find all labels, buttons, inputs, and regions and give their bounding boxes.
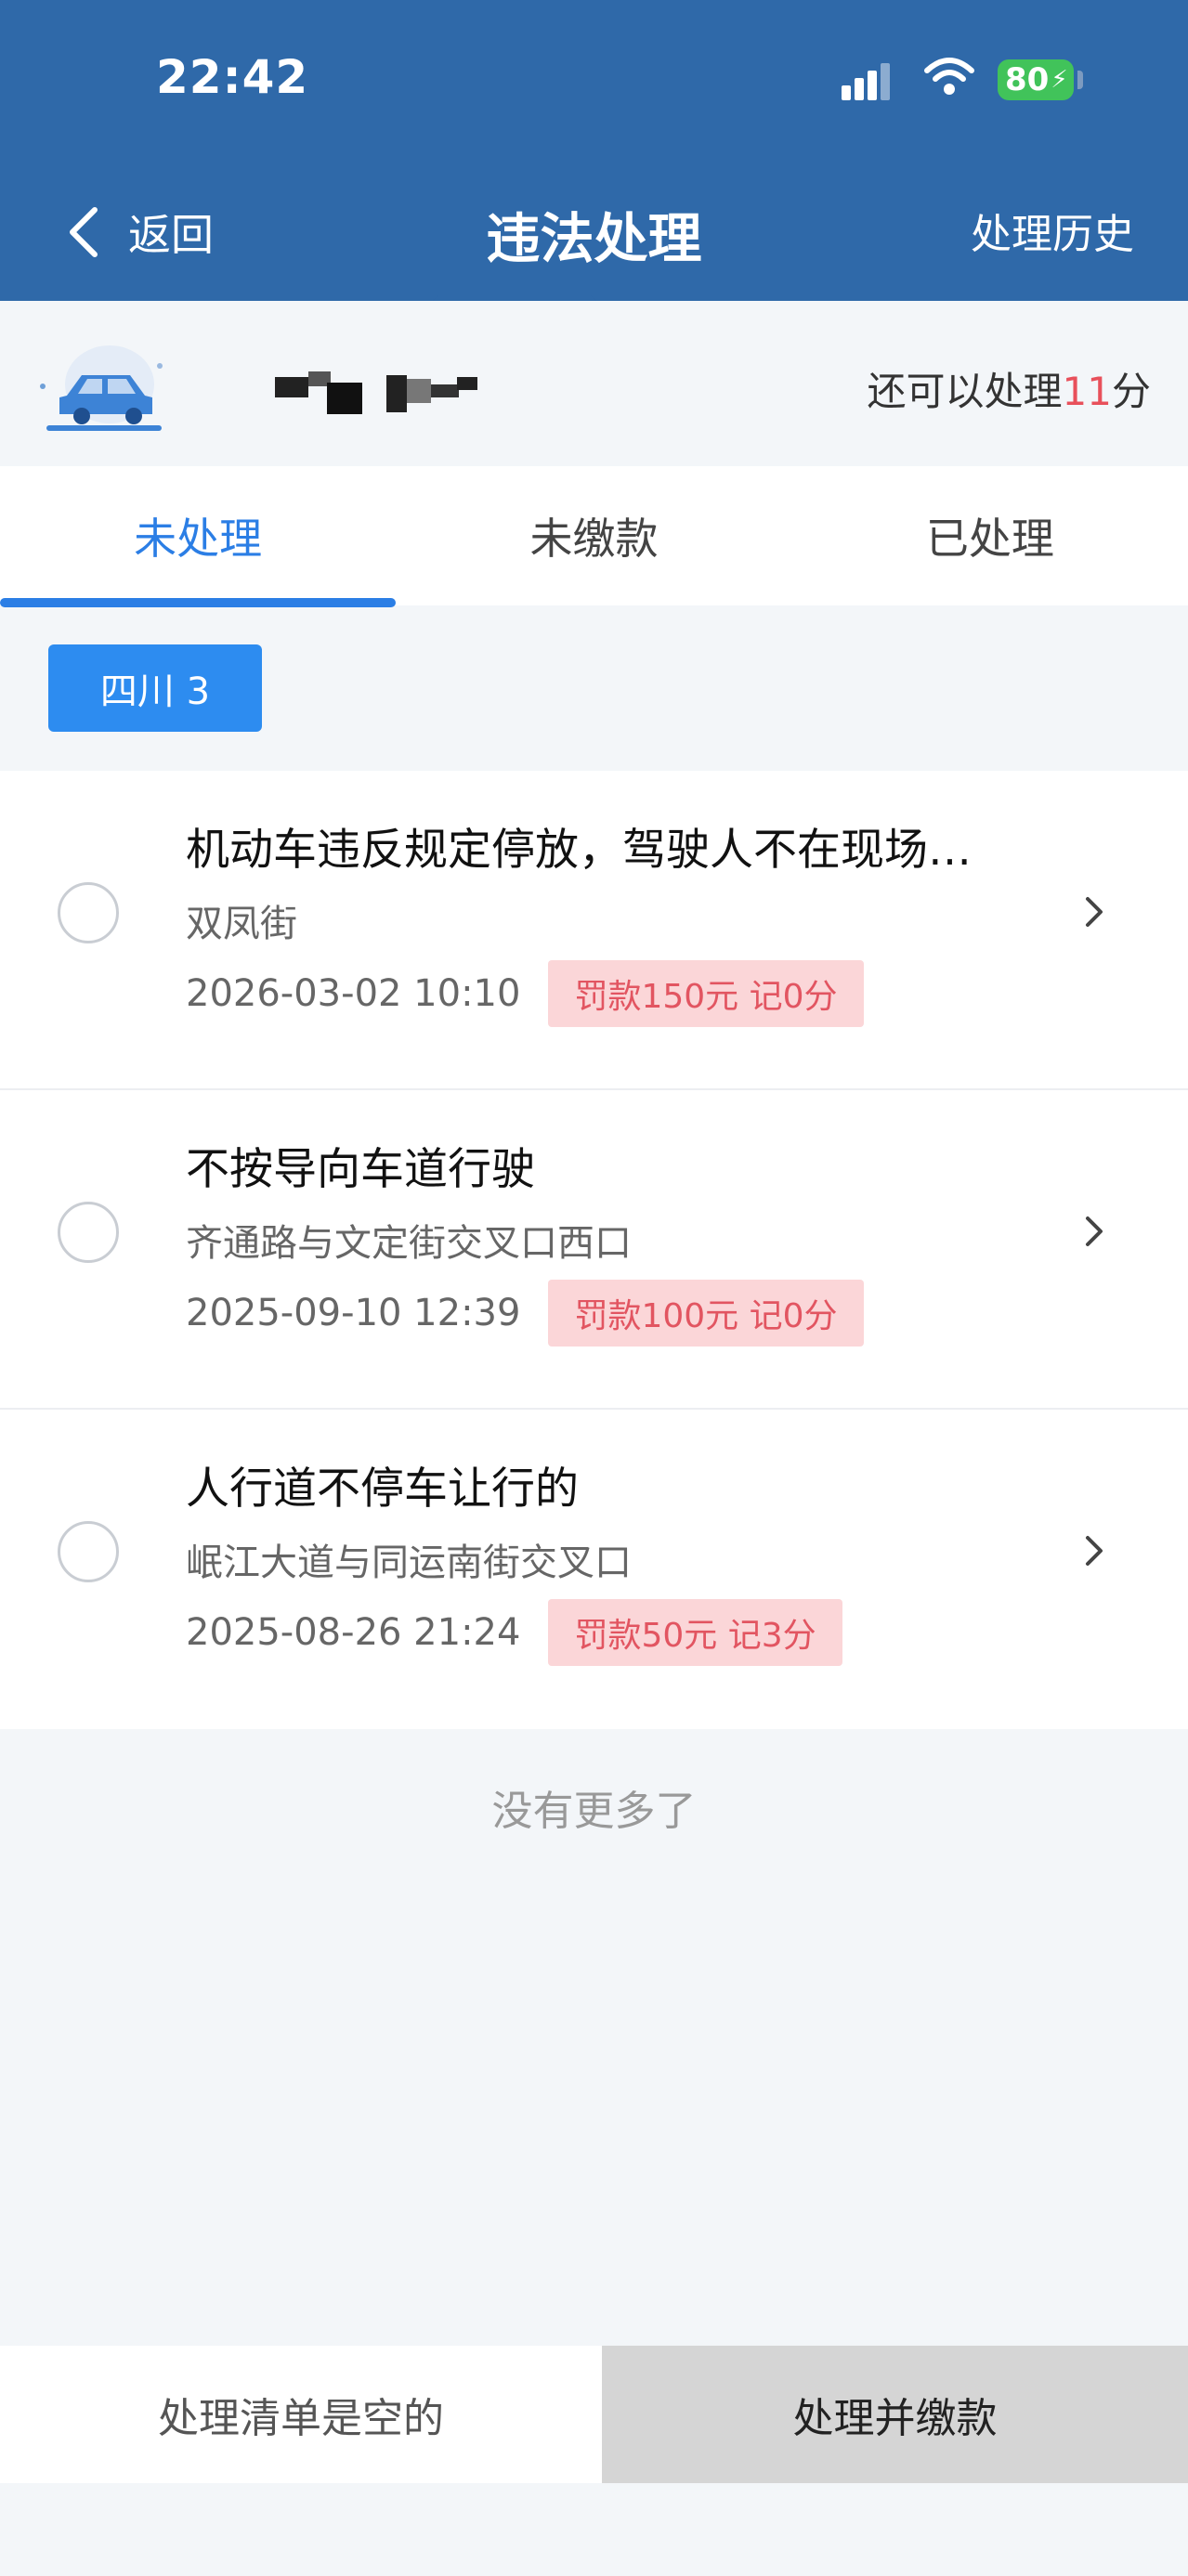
cellular-signal-icon [842, 63, 890, 100]
tab-unprocessed[interactable]: 未处理 [0, 466, 396, 605]
battery-icon: 80 ⚡ [998, 59, 1074, 100]
points-prefix: 还可以处理 [867, 369, 1063, 414]
chevron-right-icon [1086, 1536, 1103, 1566]
violation-list: 机动车违反规定停放，驾驶人不在现场… 双凤街 2026-03-02 10:10 … [0, 771, 1188, 1729]
violation-meta: 2025-08-26 21:24 罚款50元 记3分 [186, 1599, 842, 1666]
tab-bar: 未处理 未缴款 已处理 [0, 466, 1188, 605]
violation-time: 2025-09-10 12:39 [186, 1292, 521, 1334]
tab-processed[interactable]: 已处理 [792, 466, 1188, 605]
tab-unpaid[interactable]: 未缴款 [396, 466, 791, 605]
violation-place: 双凤街 [186, 903, 297, 945]
penalty-badge: 罚款150元 记0分 [548, 960, 864, 1027]
active-tab-indicator [0, 598, 396, 607]
violation-time: 2026-03-02 10:10 [186, 972, 521, 1015]
no-more-text: 没有更多了 [491, 1788, 697, 1835]
violation-title: 机动车违反规定停放，驾驶人不在现场… [186, 825, 972, 876]
violation-meta: 2026-03-02 10:10 罚款150元 记0分 [186, 960, 864, 1027]
wifi-icon [924, 58, 974, 95]
chevron-right-icon [1086, 897, 1103, 927]
charging-bolt-icon: ⚡ [1051, 66, 1068, 94]
remaining-points: 还可以处理11分 [868, 360, 1151, 417]
violation-place: 齐通路与文定街交叉口西口 [186, 1222, 632, 1265]
violation-row[interactable]: 不按导向车道行驶 齐通路与文定街交叉口西口 2025-09-10 12:39 罚… [0, 1090, 1188, 1410]
battery-cap [1077, 71, 1083, 89]
select-radio[interactable] [58, 1521, 119, 1582]
violation-title: 不按导向车道行驶 [186, 1144, 535, 1195]
status-time: 22:42 [156, 50, 309, 104]
selection-status: 处理清单是空的 [0, 2346, 602, 2483]
process-and-pay-button[interactable]: 处理并缴款 [602, 2346, 1188, 2483]
penalty-badge: 罚款100元 记0分 [548, 1280, 864, 1347]
violation-time: 2025-08-26 21:24 [186, 1611, 521, 1654]
violation-place: 岷江大道与同运南街交叉口 [186, 1542, 632, 1584]
violation-row[interactable]: 人行道不停车让行的 岷江大道与同运南街交叉口 2025-08-26 21:24 … [0, 1410, 1188, 1729]
history-link[interactable]: 处理历史 [971, 201, 1134, 260]
violation-row[interactable]: 机动车违反规定停放，驾驶人不在现场… 双凤街 2026-03-02 10:10 … [0, 771, 1188, 1090]
license-plate-redacted [275, 371, 477, 414]
violation-title: 人行道不停车让行的 [186, 1464, 579, 1515]
vehicle-bar: 还可以处理11分 [0, 301, 1188, 466]
region-filter-chip[interactable]: 四川 3 [48, 644, 262, 732]
penalty-badge: 罚款50元 记3分 [548, 1599, 842, 1666]
car-icon [40, 345, 163, 431]
chevron-right-icon [1086, 1216, 1103, 1246]
violation-meta: 2025-09-10 12:39 罚款100元 记0分 [186, 1280, 864, 1347]
app-header: 22:42 80 ⚡ 返回 违法处理 处理历史 [0, 0, 1188, 301]
select-radio[interactable] [58, 882, 119, 943]
points-value: 11 [1062, 369, 1112, 414]
points-suffix: 分 [1111, 369, 1151, 414]
battery-level: 80 [1005, 61, 1050, 98]
bottom-action-bar: 处理清单是空的 处理并缴款 [0, 2346, 1188, 2483]
select-radio[interactable] [58, 1202, 119, 1263]
